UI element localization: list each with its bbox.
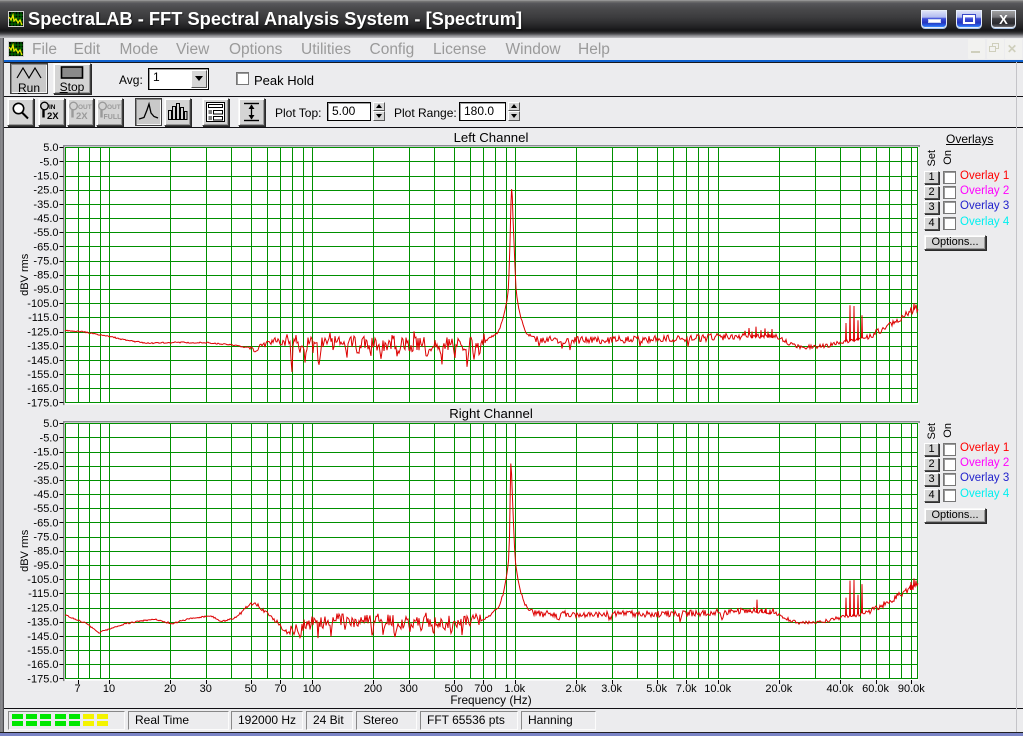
svg-text:-125.0: -125.0 bbox=[27, 602, 58, 614]
svg-text:2X: 2X bbox=[47, 111, 59, 122]
svg-text:2.0k: 2.0k bbox=[566, 683, 587, 695]
svg-text:-75.0: -75.0 bbox=[33, 532, 58, 544]
svg-text:-25.0: -25.0 bbox=[33, 185, 58, 197]
svg-text:OUT: OUT bbox=[78, 104, 92, 111]
svg-text:20.0k: 20.0k bbox=[765, 683, 792, 695]
svg-text:-145.0: -145.0 bbox=[27, 355, 58, 367]
svg-text:Right Channel: Right Channel bbox=[449, 406, 533, 421]
svg-text:-165.0: -165.0 bbox=[27, 659, 58, 671]
svg-text:2X: 2X bbox=[76, 111, 88, 122]
svg-text:-85.0: -85.0 bbox=[33, 546, 58, 558]
svg-text:-125.0: -125.0 bbox=[27, 326, 58, 338]
svg-text:-35.0: -35.0 bbox=[33, 199, 58, 211]
svg-text:3.0k: 3.0k bbox=[601, 683, 622, 695]
svg-text:-135.0: -135.0 bbox=[27, 617, 58, 629]
svg-text:FULL: FULL bbox=[104, 114, 123, 121]
svg-text:-95.0: -95.0 bbox=[33, 560, 58, 572]
svg-text:7.0k: 7.0k bbox=[676, 683, 697, 695]
svg-text:-25.0: -25.0 bbox=[33, 461, 58, 473]
svg-text:50: 50 bbox=[245, 683, 257, 695]
svg-text:-85.0: -85.0 bbox=[33, 270, 58, 282]
svg-text:Frequency (Hz): Frequency (Hz) bbox=[450, 693, 531, 707]
svg-text:IN: IN bbox=[49, 104, 56, 111]
svg-text:-145.0: -145.0 bbox=[27, 631, 58, 643]
svg-text:-135.0: -135.0 bbox=[27, 341, 58, 353]
svg-text:60.0k: 60.0k bbox=[862, 683, 889, 695]
svg-text:-175.0: -175.0 bbox=[27, 397, 58, 409]
svg-text:70: 70 bbox=[274, 683, 286, 695]
svg-text:-45.0: -45.0 bbox=[33, 489, 58, 501]
svg-text:-5.0: -5.0 bbox=[40, 432, 59, 444]
svg-text:5.0: 5.0 bbox=[43, 418, 58, 430]
svg-text:5.0: 5.0 bbox=[43, 142, 58, 154]
svg-text:dBV rms: dBV rms bbox=[19, 253, 31, 296]
svg-text:90.0k: 90.0k bbox=[898, 683, 925, 695]
svg-text:-175.0: -175.0 bbox=[27, 673, 58, 685]
svg-text:-15.0: -15.0 bbox=[33, 447, 58, 459]
svg-text:10: 10 bbox=[103, 683, 115, 695]
svg-text:-105.0: -105.0 bbox=[27, 298, 58, 310]
svg-text:-105.0: -105.0 bbox=[27, 574, 58, 586]
svg-text:20: 20 bbox=[164, 683, 176, 695]
svg-text:-55.0: -55.0 bbox=[33, 503, 58, 515]
svg-text:-5.0: -5.0 bbox=[40, 156, 59, 168]
svg-text:10.0k: 10.0k bbox=[704, 683, 731, 695]
svg-text:100: 100 bbox=[303, 683, 321, 695]
svg-text:-65.0: -65.0 bbox=[33, 517, 58, 529]
svg-text:-55.0: -55.0 bbox=[33, 227, 58, 239]
svg-text:-155.0: -155.0 bbox=[27, 645, 58, 657]
svg-text:-35.0: -35.0 bbox=[33, 475, 58, 487]
svg-text:5.0k: 5.0k bbox=[646, 683, 667, 695]
svg-text:-155.0: -155.0 bbox=[27, 369, 58, 381]
svg-text:-15.0: -15.0 bbox=[33, 171, 58, 183]
svg-text:40.0k: 40.0k bbox=[826, 683, 853, 695]
svg-text:30: 30 bbox=[200, 683, 212, 695]
svg-text:dBV rms: dBV rms bbox=[19, 529, 31, 572]
svg-text:200: 200 bbox=[364, 683, 382, 695]
svg-text:-75.0: -75.0 bbox=[33, 256, 58, 268]
svg-text:-115.0: -115.0 bbox=[28, 312, 58, 324]
svg-text:-115.0: -115.0 bbox=[28, 588, 58, 600]
svg-text:300: 300 bbox=[400, 683, 418, 695]
svg-text:-165.0: -165.0 bbox=[27, 383, 58, 395]
svg-text:OUT: OUT bbox=[107, 104, 121, 111]
svg-text:7: 7 bbox=[75, 683, 81, 695]
svg-text:Left Channel: Left Channel bbox=[454, 130, 529, 145]
svg-text:-45.0: -45.0 bbox=[33, 213, 58, 225]
svg-text:-65.0: -65.0 bbox=[33, 241, 58, 253]
svg-text:-95.0: -95.0 bbox=[33, 284, 58, 296]
